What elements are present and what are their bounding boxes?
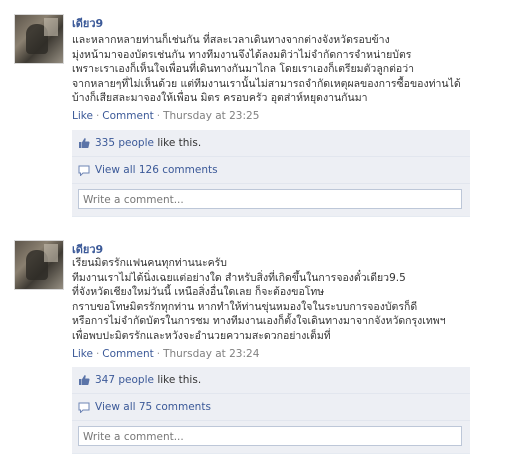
post-actions: Like · Comment · Thursday at 23:24 xyxy=(72,348,259,360)
post-actions: Like · Comment · Thursday at 23:25 xyxy=(72,110,259,122)
separator: · xyxy=(156,110,161,122)
comments-summary: View all 75 comments xyxy=(72,394,470,421)
like-link[interactable]: Like xyxy=(72,110,93,122)
separator: · xyxy=(95,348,100,360)
view-all-comments-link[interactable]: View all 126 comments xyxy=(95,164,218,176)
feedback-box: 347 people like this. View all 75 commen… xyxy=(72,367,470,454)
comment-composer: Write a comment... xyxy=(72,421,470,453)
speech-bubble-icon xyxy=(78,165,90,176)
separator: · xyxy=(95,110,100,122)
comment-input[interactable]: Write a comment... xyxy=(78,426,462,446)
post-text: และหลากหลายท่านก็เช่นกัน ที่สละเวลาเดินท… xyxy=(72,34,461,104)
post-timestamp[interactable]: Thursday at 23:24 xyxy=(163,348,259,360)
likes-summary: 335 people like this. xyxy=(72,130,470,157)
comment-input[interactable]: Write a comment... xyxy=(78,189,462,209)
post-text: เรียนมิตรรักแฟนคนทุกท่านนะครับ ทีมงานเรา… xyxy=(72,257,446,342)
separator: · xyxy=(156,348,161,360)
post-timestamp[interactable]: Thursday at 23:25 xyxy=(163,110,259,122)
likes-people-link[interactable]: 335 people xyxy=(95,137,154,149)
view-all-comments-link[interactable]: View all 75 comments xyxy=(95,401,211,413)
likes-summary: 347 people like this. xyxy=(72,367,470,394)
thumbs-up-icon xyxy=(79,138,90,148)
feedback-box: 335 people like this. View all 126 comme… xyxy=(72,130,470,217)
comment-composer: Write a comment... xyxy=(72,184,470,216)
like-link[interactable]: Like xyxy=(72,348,93,360)
avatar[interactable] xyxy=(14,14,64,64)
likes-suffix: like this. xyxy=(153,137,202,149)
author-name[interactable]: เดียว9 xyxy=(72,14,103,32)
avatar[interactable] xyxy=(14,240,64,290)
speech-bubble-icon xyxy=(78,402,90,413)
likes-suffix: like this. xyxy=(153,374,202,386)
likes-people-link[interactable]: 347 people xyxy=(95,374,154,386)
comment-link[interactable]: Comment xyxy=(102,110,153,122)
comment-link[interactable]: Comment xyxy=(102,348,153,360)
thumbs-up-icon xyxy=(79,375,90,385)
comments-summary: View all 126 comments xyxy=(72,157,470,184)
